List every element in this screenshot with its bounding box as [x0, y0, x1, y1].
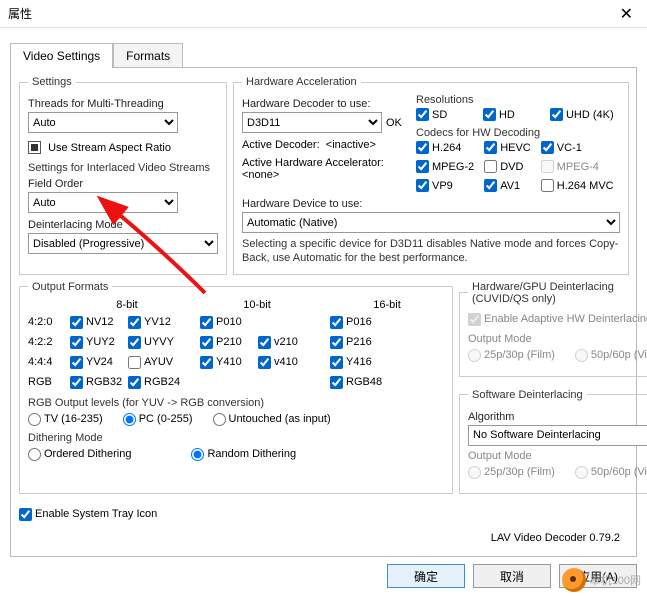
- dither-ordered-radio[interactable]: Ordered Dithering: [28, 448, 131, 461]
- of-rgb32[interactable]: RGB32: [70, 376, 120, 389]
- window-title: 属性: [8, 5, 614, 22]
- row-422: 4:2:2: [28, 336, 68, 348]
- codec-h264mvc[interactable]: H.264 MVC: [541, 179, 614, 192]
- sw-deint-legend: Software Deinterlacing: [468, 389, 587, 401]
- resolutions-label: Resolutions: [416, 94, 620, 106]
- of-rgb24[interactable]: RGB24: [128, 376, 178, 389]
- codec-dvd[interactable]: DVD: [484, 160, 531, 173]
- of-uyvy[interactable]: UYVY: [128, 336, 178, 349]
- active-decoder-value: <inactive>: [326, 139, 376, 151]
- sw-video-radio: 50p/60p (Video): [575, 466, 647, 479]
- hdr-8bit: 8-bit: [70, 299, 184, 311]
- hw-device-note: Selecting a specific device for D3D11 di…: [242, 237, 620, 266]
- watermark-icon: [562, 568, 586, 592]
- version-label: LAV Video Decoder 0.79.2: [491, 532, 620, 544]
- rgb-levels-label: RGB Output levels (for YUV -> RGB conver…: [28, 397, 444, 409]
- deint-mode-label: Deinterlacing Mode: [28, 219, 218, 231]
- active-accel-label: Active Hardware Accelerator:: [242, 157, 410, 169]
- of-yuy2[interactable]: YUY2: [70, 336, 120, 349]
- codecs-label: Codecs for HW Decoding: [416, 127, 620, 139]
- row-444: 4:4:4: [28, 356, 68, 368]
- codec-hevc[interactable]: HEVC: [484, 141, 531, 154]
- tray-icon-checkbox[interactable]: Enable System Tray Icon: [19, 508, 157, 521]
- of-nv12[interactable]: NV12: [70, 316, 120, 329]
- sw-algo-select[interactable]: No Software Deinterlacing: [468, 425, 647, 446]
- res-uhd-checkbox[interactable]: UHD (4K): [550, 108, 614, 121]
- deint-mode-select[interactable]: Disabled (Progressive): [28, 233, 218, 254]
- field-order-label: Field Order: [28, 178, 218, 190]
- ok-button[interactable]: 确定: [387, 564, 465, 588]
- row-rgb: RGB: [28, 376, 68, 388]
- threads-select[interactable]: Auto: [28, 112, 178, 133]
- hw-decoder-ok: OK: [386, 117, 402, 129]
- sw-output-mode-label: Output Mode: [468, 450, 647, 462]
- stream-ar-checkbox[interactable]: [28, 141, 41, 154]
- output-formats-legend: Output Formats: [28, 281, 112, 293]
- codec-av1[interactable]: AV1: [484, 179, 531, 192]
- of-v210[interactable]: v210: [258, 336, 308, 349]
- codec-mpeg4: MPEG-4: [541, 160, 614, 173]
- of-p216[interactable]: P216: [330, 336, 380, 349]
- dither-label: Dithering Mode: [28, 432, 444, 444]
- rgb-pc-radio[interactable]: PC (0-255): [123, 413, 193, 426]
- gpu-film-radio: 25p/30p (Film): [468, 349, 555, 362]
- of-y410[interactable]: Y410: [200, 356, 250, 369]
- hw-decoder-label: Hardware Decoder to use:: [242, 98, 410, 110]
- of-p016[interactable]: P016: [330, 316, 380, 329]
- rgb-tv-radio[interactable]: TV (16-235): [28, 413, 103, 426]
- codec-vp9[interactable]: VP9: [416, 179, 474, 192]
- of-p210[interactable]: P210: [200, 336, 250, 349]
- hdr-16bit: 16-bit: [330, 299, 444, 311]
- gpu-deint-legend: Hardware/GPU Deinterlacing (CUVID/QS onl…: [468, 281, 647, 305]
- rgb-untouched-radio[interactable]: Untouched (as input): [213, 413, 331, 426]
- stream-ar-label: Use Stream Aspect Ratio: [48, 142, 171, 154]
- of-y416[interactable]: Y416: [330, 356, 380, 369]
- sw-film-radio: 25p/30p (Film): [468, 466, 555, 479]
- hw-device-label: Hardware Device to use:: [242, 198, 620, 210]
- of-yv24[interactable]: YV24: [70, 356, 120, 369]
- codec-mpeg2[interactable]: MPEG-2: [416, 160, 474, 173]
- threads-label: Threads for Multi-Threading: [28, 98, 218, 110]
- cancel-button[interactable]: 取消: [473, 564, 551, 588]
- res-sd-checkbox[interactable]: SD: [416, 108, 473, 121]
- res-hd-checkbox[interactable]: HD: [483, 108, 540, 121]
- gpu-output-mode-label: Output Mode: [468, 333, 647, 345]
- tab-formats[interactable]: Formats: [113, 43, 183, 68]
- settings-legend: Settings: [28, 76, 76, 88]
- hw-decoder-select[interactable]: D3D11: [242, 112, 382, 133]
- row-420: 4:2:0: [28, 316, 68, 328]
- codec-vc1[interactable]: VC-1: [541, 141, 614, 154]
- of-yv12[interactable]: YV12: [128, 316, 178, 329]
- adaptive-hw-checkbox: Enable Adaptive HW Deinterlacing: [468, 313, 647, 326]
- sw-algo-label: Algorithm: [468, 411, 647, 423]
- hw-legend: Hardware Acceleration: [242, 76, 361, 88]
- field-order-select[interactable]: Auto: [28, 192, 178, 213]
- interlaced-section-label: Settings for Interlaced Video Streams: [28, 162, 218, 174]
- of-v410[interactable]: v410: [258, 356, 308, 369]
- tab-video-settings[interactable]: Video Settings: [10, 43, 113, 68]
- of-ayuv[interactable]: AYUV: [128, 356, 178, 369]
- active-decoder-label: Active Decoder:: [242, 139, 320, 151]
- dither-random-radio[interactable]: Random Dithering: [191, 448, 296, 461]
- gpu-video-radio: 50p/60p (Video): [575, 349, 647, 362]
- of-p010[interactable]: P010: [200, 316, 250, 329]
- close-icon[interactable]: ✕: [614, 4, 639, 24]
- hdr-10bit: 10-bit: [200, 299, 314, 311]
- active-accel-value: <none>: [242, 169, 410, 181]
- hw-device-select[interactable]: Automatic (Native): [242, 212, 620, 233]
- codec-h264[interactable]: H.264: [416, 141, 474, 154]
- watermark: 单机100网: [562, 568, 641, 592]
- of-rgb48[interactable]: RGB48: [330, 376, 380, 389]
